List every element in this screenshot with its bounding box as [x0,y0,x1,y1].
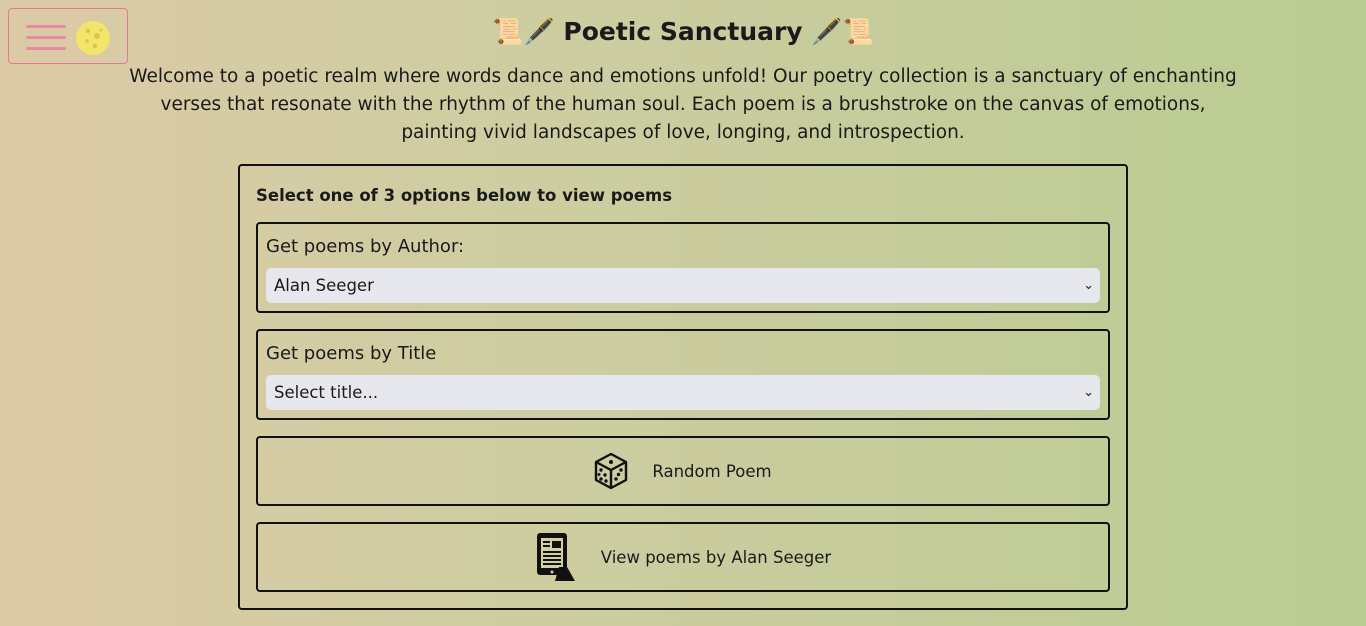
ereader-icon [536,533,575,581]
title-fieldset: Get poems by Title Select title... ⌄ [256,329,1110,420]
chevron-down-icon: ⌄ [1083,278,1094,293]
view-author-poems-label: View poems by Alan Seeger [600,547,832,567]
dice-icon [595,452,628,490]
title-select-value: Select title... [274,383,379,402]
page-title-text: Poetic Sanctuary [563,17,803,46]
title-label: Get poems by Title [266,343,437,364]
panel-heading: Select one of 3 options below to view po… [256,186,673,205]
author-select[interactable]: Alan Seeger ⌄ [266,268,1100,303]
author-fieldset: Get poems by Author: Alan Seeger ⌄ [256,222,1110,313]
scroll-quill-icon: 📜🖋️ [492,17,555,46]
random-poem-button[interactable]: Random Poem [256,436,1110,506]
title-select[interactable]: Select title... ⌄ [266,375,1100,410]
view-author-poems-button[interactable]: View poems by Alan Seeger [256,522,1110,592]
author-label: Get poems by Author: [266,236,465,257]
page-title: 📜🖋️ Poetic Sanctuary 🖋️📜 [0,15,1366,49]
chevron-down-icon: ⌄ [1083,385,1094,400]
poem-options-panel: Select one of 3 options below to view po… [238,164,1128,610]
author-select-value: Alan Seeger [274,276,374,295]
random-poem-label: Random Poem [652,461,772,481]
quill-scroll-icon: 🖋️📜 [811,17,874,46]
intro-text: Welcome to a poetic realm where words da… [129,66,1237,143]
